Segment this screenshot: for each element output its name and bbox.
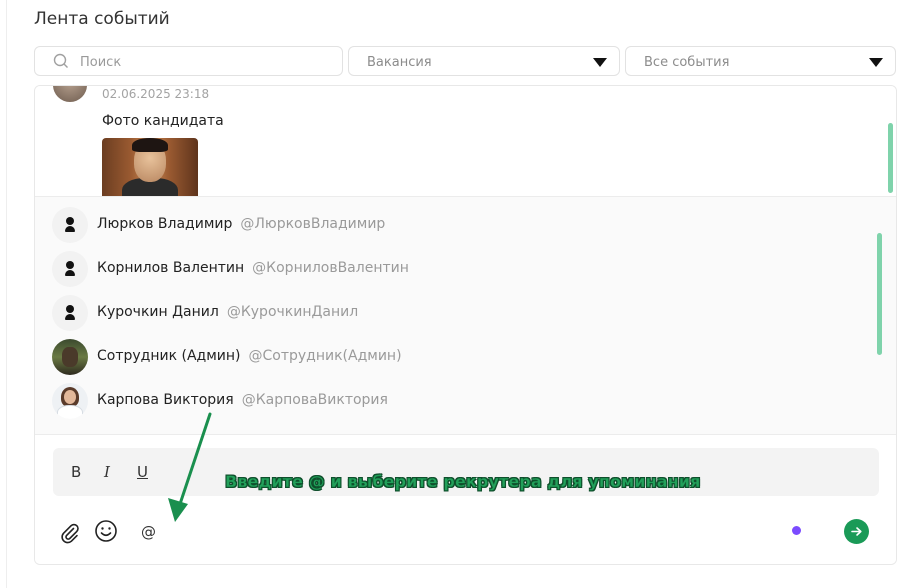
user-glyph-icon <box>65 305 75 320</box>
mention-name: Курочкин Данил <box>97 304 219 320</box>
comment-input[interactable]: @ <box>141 523 156 541</box>
feed-scrollbar[interactable] <box>888 123 893 193</box>
underline-button[interactable]: U <box>137 463 148 481</box>
search-icon <box>53 53 68 68</box>
search-placeholder: Поиск <box>80 55 122 70</box>
user-glyph-icon <box>65 261 75 276</box>
attach-icon[interactable] <box>59 522 81 544</box>
vacancy-select[interactable]: Вакансия <box>348 46 620 76</box>
avatar <box>52 207 88 243</box>
mention-name: Люрков Владимир <box>97 216 233 232</box>
mention-dropdown: Люрков Владимир @ЛюрковВладимир Корнилов … <box>35 196 896 434</box>
left-divider <box>6 0 7 588</box>
mention-handle: @Сотрудник(Админ) <box>248 348 402 364</box>
mention-handle: @КурочкинДанил <box>226 304 359 320</box>
chevron-down-icon <box>593 58 607 67</box>
mention-option[interactable]: Люрков Владимир @ЛюрковВладимир <box>52 207 832 243</box>
mention-name: Корнилов Валентин <box>97 260 245 276</box>
status-dot <box>792 526 801 535</box>
mention-option[interactable]: Курочкин Данил @КурочкинДанил <box>52 295 832 331</box>
avatar <box>52 295 88 331</box>
arrow-right-icon <box>851 527 862 536</box>
instruction-annotation: Введите @ и выберите рекрутера для упоми… <box>225 472 701 491</box>
bold-button[interactable]: B <box>71 463 81 481</box>
mention-name: Сотрудник (Админ) <box>97 348 241 364</box>
mention-handle: @ЛюрковВладимир <box>240 216 386 232</box>
avatar <box>52 339 88 375</box>
mention-option[interactable]: Сотрудник (Админ) @Сотрудник(Админ) <box>52 339 832 375</box>
search-input[interactable]: Поиск <box>34 46 343 76</box>
feed-item-text: Фото кандидата <box>102 113 224 129</box>
comment-composer: B I U Введите @ и выберите рекрутера для… <box>35 434 896 564</box>
feed-item: 02.06.2025 23:18 Фото кандидата <box>35 86 896 196</box>
format-toolbar: B I U Введите @ и выберите рекрутера для… <box>53 448 879 496</box>
page-title: Лента событий <box>34 9 170 29</box>
emoji-icon[interactable] <box>94 519 118 543</box>
mention-option[interactable]: Карпова Виктория @КарповаВиктория <box>52 383 832 419</box>
mention-scrollbar[interactable] <box>877 233 882 355</box>
mention-handle: @КорниловВалентин <box>252 260 409 276</box>
user-glyph-icon <box>65 217 75 232</box>
vacancy-select-value: Вакансия <box>367 55 432 70</box>
mention-option[interactable]: Корнилов Валентин @КорниловВалентин <box>52 251 832 287</box>
events-select[interactable]: Все события <box>625 46 896 76</box>
mention-handle: @КарповаВиктория <box>241 392 388 408</box>
event-feed-panel: 02.06.2025 23:18 Фото кандидата Люрков В… <box>34 85 897 565</box>
send-button[interactable] <box>844 519 869 544</box>
events-select-value: Все события <box>644 55 730 70</box>
candidate-photo[interactable] <box>102 138 198 196</box>
mention-name: Карпова Виктория <box>97 392 234 408</box>
feed-item-date: 02.06.2025 23:18 <box>102 87 210 101</box>
italic-button[interactable]: I <box>104 463 110 481</box>
author-avatar <box>53 86 87 102</box>
chevron-down-icon <box>869 58 883 67</box>
avatar <box>52 251 88 287</box>
avatar <box>52 383 88 419</box>
